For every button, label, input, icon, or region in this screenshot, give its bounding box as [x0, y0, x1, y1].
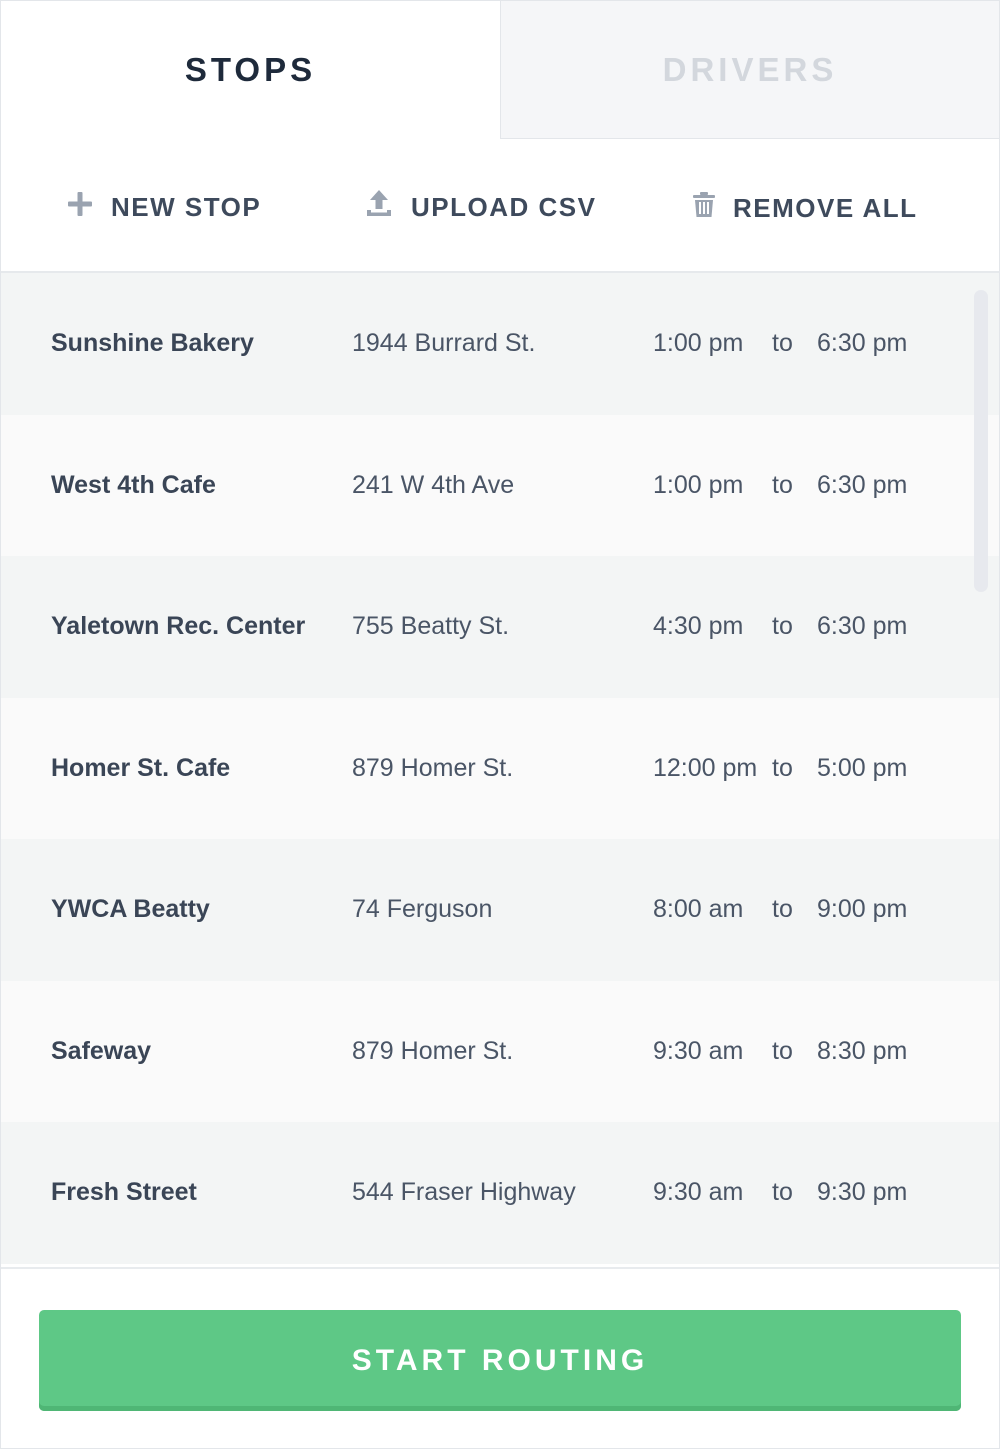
- stop-name: Fresh Street: [51, 1178, 197, 1207]
- new-stop-label: NEW STOP: [111, 192, 262, 222]
- tab-stops[interactable]: STOPS: [1, 1, 500, 139]
- stop-address: 241 W 4th Ave: [352, 470, 515, 499]
- tab-bar: STOPS DRIVERS: [1, 1, 999, 139]
- remove-all-button[interactable]: REMOVE ALL: [693, 192, 917, 225]
- tab-drivers[interactable]: DRIVERS: [500, 1, 999, 139]
- list-item[interactable]: YWCA Beatty 74 Ferguson 8:00 am to 9:00 …: [1, 839, 999, 981]
- stop-address: 1944 Burrard St.: [352, 329, 536, 358]
- stop-name: Sunshine Bakery: [51, 329, 254, 358]
- upload-icon: [365, 189, 393, 226]
- time-separator: to: [772, 1036, 793, 1065]
- list-item[interactable]: Yaletown Rec. Center 755 Beatty St. 4:30…: [1, 556, 999, 698]
- time-separator: to: [772, 612, 793, 641]
- upload-csv-button[interactable]: UPLOAD CSV: [365, 189, 596, 226]
- time-separator: to: [772, 753, 793, 782]
- time-separator: to: [772, 470, 793, 499]
- list-item[interactable]: Fresh Street 544 Fraser Highway 9:30 am …: [1, 1122, 999, 1264]
- trash-icon: [693, 192, 715, 225]
- stop-start-time: 4:30 pm: [653, 612, 744, 641]
- stops-toolbar: NEW STOP UPLOAD CSV REMOVE ALL: [1, 139, 999, 273]
- stop-address: 74 Ferguson: [352, 895, 493, 924]
- stop-start-time: 9:30 am: [653, 1036, 744, 1065]
- stop-address: 879 Homer St.: [352, 1036, 514, 1065]
- stop-end-time: 9:00 pm: [817, 895, 908, 924]
- stop-end-time: 9:30 pm: [817, 1178, 908, 1207]
- stop-name: West 4th Cafe: [51, 470, 216, 499]
- stop-address: 544 Fraser Highway: [352, 1178, 576, 1207]
- stop-start-time: 1:00 pm: [653, 470, 744, 499]
- stop-name: Homer St. Cafe: [51, 753, 231, 782]
- stop-end-time: 5:00 pm: [817, 753, 908, 782]
- stop-address: 879 Homer St.: [352, 753, 514, 782]
- footer: START ROUTING: [1, 1267, 999, 1448]
- stop-name: Yaletown Rec. Center: [51, 612, 306, 641]
- time-separator: to: [772, 895, 793, 924]
- list-item[interactable]: Sunshine Bakery 1944 Burrard St. 1:00 pm…: [1, 273, 999, 415]
- stop-name: Safeway: [51, 1036, 152, 1065]
- stop-start-time: 1:00 pm: [653, 329, 744, 358]
- stops-list[interactable]: Sunshine Bakery 1944 Burrard St. 1:00 pm…: [1, 273, 999, 1267]
- stop-start-time: 9:30 am: [653, 1178, 744, 1207]
- time-separator: to: [772, 329, 793, 358]
- plus-icon: [67, 191, 93, 224]
- new-stop-button[interactable]: NEW STOP: [67, 191, 261, 224]
- stop-name: YWCA Beatty: [51, 895, 210, 924]
- remove-all-label: REMOVE ALL: [733, 193, 918, 223]
- stop-end-time: 8:30 pm: [817, 1036, 908, 1065]
- list-scrollbar[interactable]: [974, 290, 988, 592]
- stop-end-time: 6:30 pm: [817, 612, 908, 641]
- time-separator: to: [772, 1178, 793, 1207]
- list-item[interactable]: Safeway 879 Homer St. 9:30 am to 8:30 pm: [1, 980, 999, 1122]
- start-routing-button[interactable]: START ROUTING: [39, 1310, 961, 1411]
- stop-start-time: 8:00 am: [653, 895, 744, 924]
- stop-end-time: 6:30 pm: [817, 329, 908, 358]
- stop-address: 755 Beatty St.: [352, 612, 510, 641]
- stop-start-time: 12:00 pm: [653, 753, 758, 782]
- stop-end-time: 6:30 pm: [817, 470, 908, 499]
- stops-panel: STOPS DRIVERS NEW STOP UPLOAD CSV REMOVE…: [0, 0, 1000, 1449]
- list-item[interactable]: Homer St. Cafe 879 Homer St. 12:00 pm to…: [1, 697, 999, 839]
- upload-csv-label: UPLOAD CSV: [411, 192, 597, 222]
- list-item[interactable]: West 4th Cafe 241 W 4th Ave 1:00 pm to 6…: [1, 414, 999, 556]
